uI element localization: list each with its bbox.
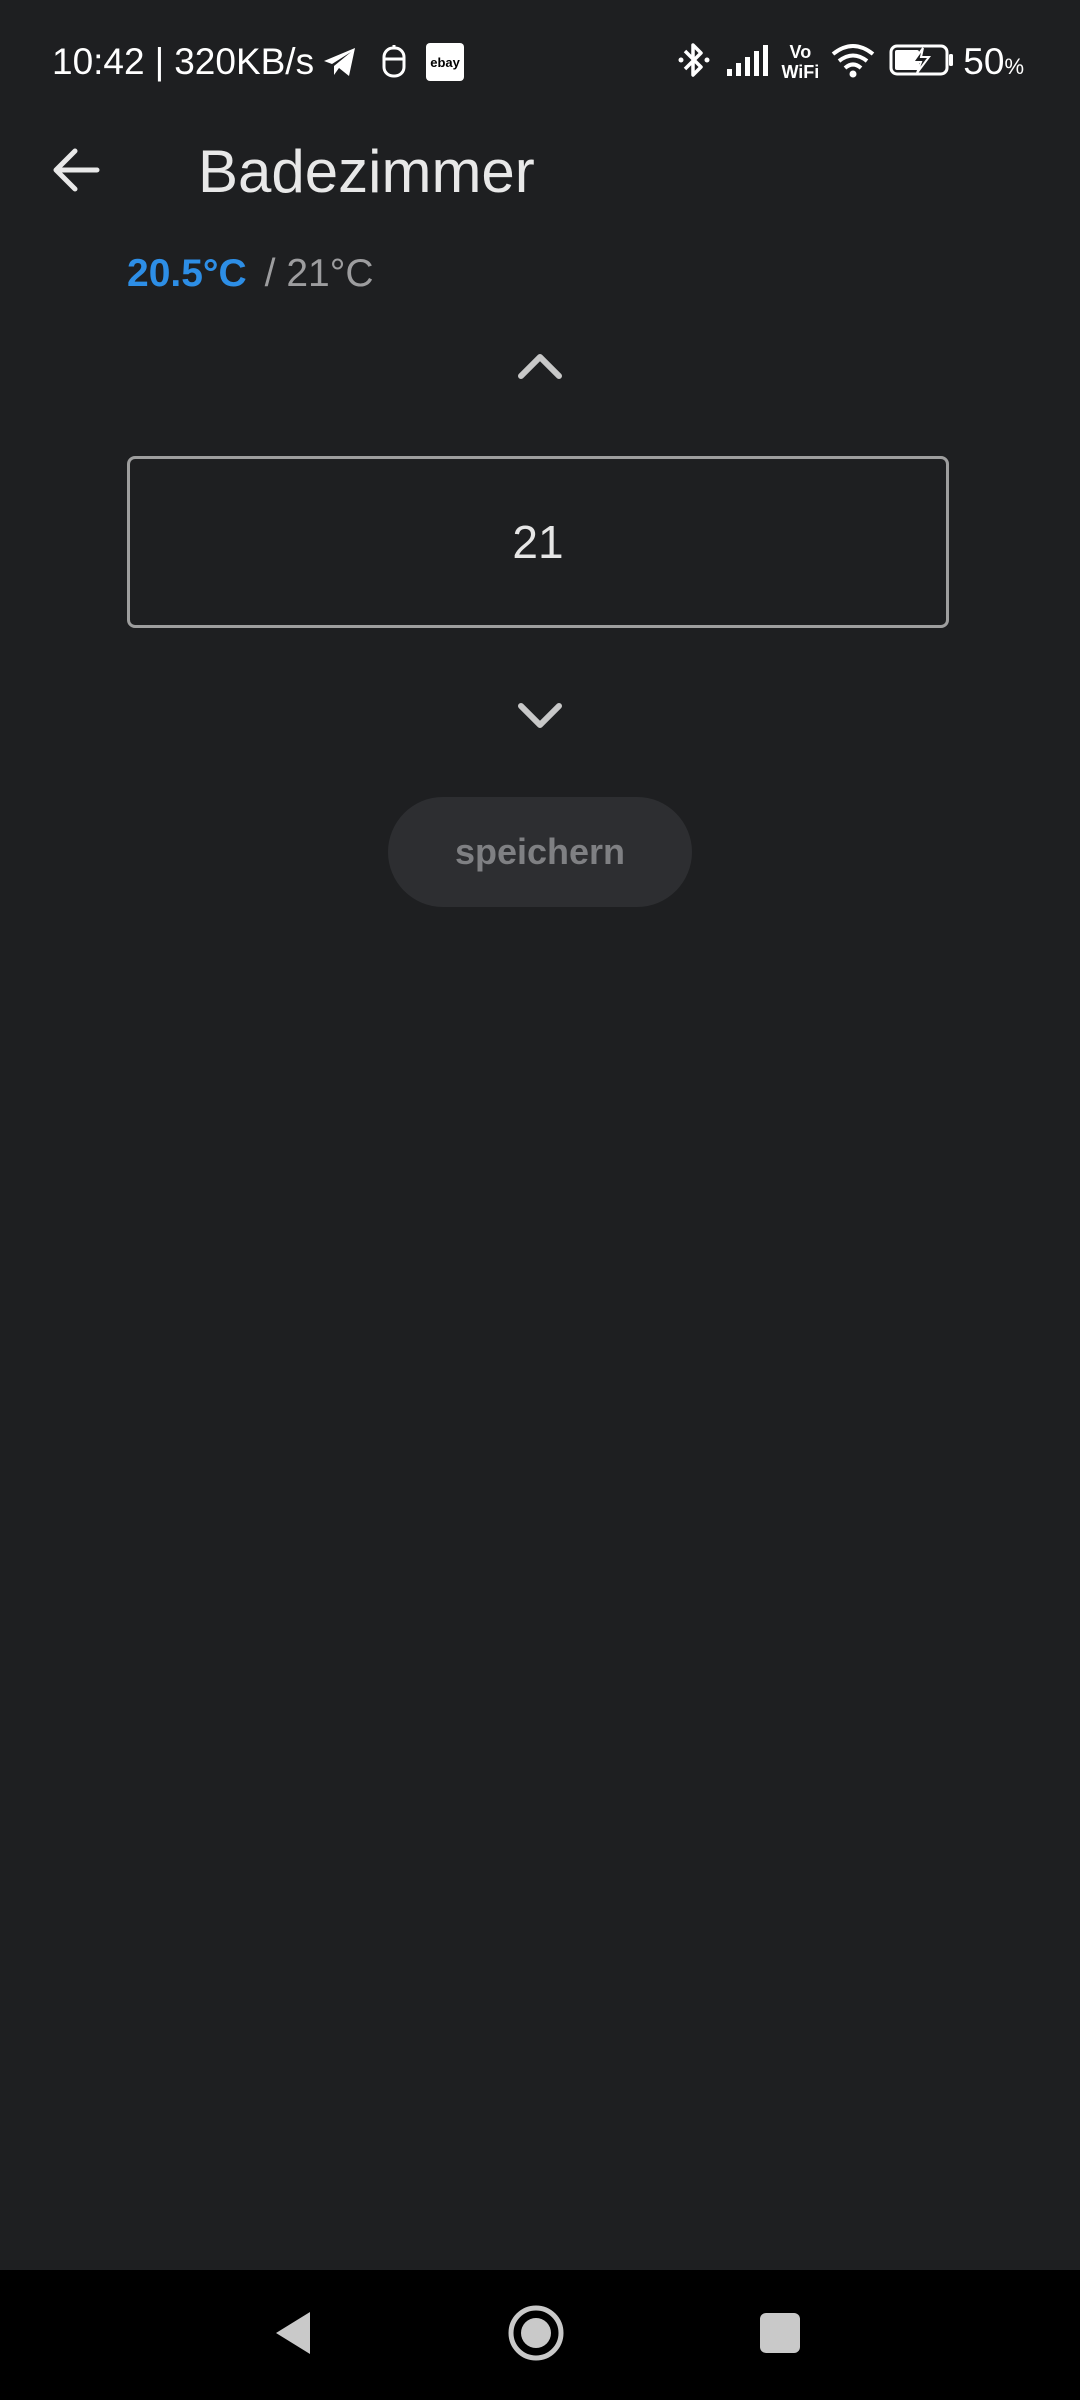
target-temperature: / 21°C: [264, 252, 374, 295]
bluetooth-icon: [677, 40, 711, 85]
navigation-bar: [0, 2270, 1080, 2400]
telegram-icon: [322, 46, 358, 78]
status-time: 10:42: [52, 41, 145, 82]
network-speed: 320KB/s: [174, 41, 315, 82]
status-separator: |: [154, 41, 165, 82]
status-right: Vo WiFi 50%: [677, 36, 1024, 88]
back-button[interactable]: [36, 138, 116, 206]
chevron-down-icon: [516, 701, 564, 736]
battery-charging-icon: [889, 43, 955, 82]
app-bar: Badezimmer: [0, 122, 1080, 222]
save-button-label: speichern: [454, 831, 626, 872]
increase-button[interactable]: [490, 328, 590, 408]
signal-icon: [725, 43, 771, 82]
battery-percent: 50%: [963, 41, 1024, 83]
arrow-left-icon: [51, 147, 101, 198]
status-bar: 10:42 | 320KB/s ebay Vo WiFi 50%: [0, 0, 1080, 122]
current-temperature: 20.5°C: [127, 252, 247, 295]
vowifi-indicator: Vo WiFi: [781, 42, 819, 82]
stepper-value: 21: [512, 516, 564, 568]
triangle-back-icon: [270, 2308, 314, 2363]
save-button[interactable]: speichern: [388, 797, 692, 907]
square-recents-icon: [757, 2310, 803, 2361]
chevron-up-icon: [516, 351, 564, 386]
vowifi-top: Vo: [789, 42, 812, 62]
nav-back-button[interactable]: [252, 2295, 332, 2375]
wifi-icon: [829, 42, 877, 83]
nav-home-button[interactable]: [496, 2295, 576, 2375]
nav-recents-button[interactable]: [740, 2295, 820, 2375]
circle-home-icon: [506, 2303, 566, 2368]
page-title: Badezimmer: [198, 138, 535, 205]
notification-app-icon: [380, 45, 408, 79]
temperature-readout: 20.5°C / 21°C: [127, 248, 373, 300]
decrease-button[interactable]: [490, 678, 590, 758]
temperature-stepper-input[interactable]: 21: [127, 456, 949, 628]
vowifi-bottom: WiFi: [781, 62, 820, 82]
ebay-icon: ebay: [426, 43, 465, 81]
ebay-label: ebay: [430, 54, 460, 70]
status-left: 10:42 | 320KB/s ebay: [52, 36, 465, 88]
battery-percent-value: 50: [963, 41, 1005, 82]
battery-percent-unit: %: [1004, 54, 1024, 79]
